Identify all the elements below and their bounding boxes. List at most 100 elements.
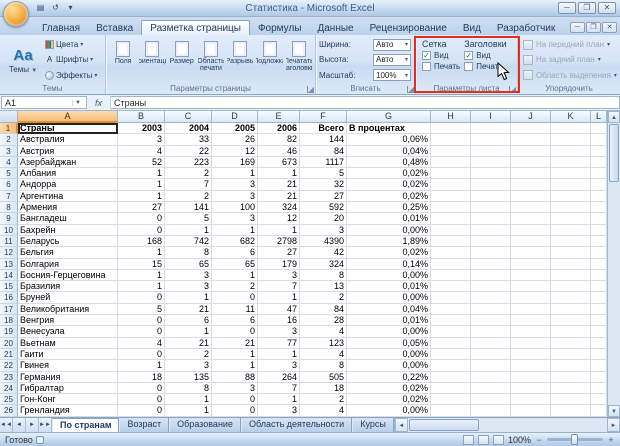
row-header[interactable]: 5 [0,168,18,180]
cell[interactable] [471,168,511,180]
cell[interactable] [551,281,591,293]
cell[interactable]: 12 [212,145,258,157]
cell[interactable]: 0,00% [347,292,431,304]
cell[interactable]: 1 [258,394,300,406]
cell[interactable]: 0,00% [347,269,431,282]
cell[interactable] [431,394,471,406]
cell[interactable]: 8 [300,360,347,372]
cell[interactable] [511,235,551,248]
cell[interactable] [471,190,511,203]
cell[interactable]: 0 [212,326,258,338]
cell[interactable] [471,337,511,349]
sheet-tab[interactable]: По странам [52,418,120,432]
cell[interactable]: Албания [18,168,118,180]
cell[interactable]: 3 [212,190,258,203]
cell[interactable] [511,213,551,225]
cell[interactable] [511,348,551,361]
zoom-slider-thumb[interactable] [571,434,578,445]
cell[interactable]: 0,00% [347,360,431,372]
cell[interactable]: 1 [118,168,165,180]
cell[interactable]: 3 [258,269,300,282]
cell[interactable]: 742 [165,235,212,248]
cell[interactable] [431,405,471,417]
cell[interactable] [591,405,607,417]
macro-record-icon[interactable] [35,435,44,444]
cell[interactable] [511,382,551,395]
cell[interactable] [591,382,607,395]
cell[interactable] [431,156,471,169]
cell[interactable]: 1 [258,348,300,361]
cell[interactable]: Аргентина [18,190,118,203]
cell[interactable]: 1 [212,224,258,236]
column-header[interactable]: L [591,111,607,123]
cell[interactable] [551,179,591,191]
cell[interactable]: 2003 [118,123,165,135]
cell[interactable]: 1 [118,179,165,191]
cell[interactable]: 22 [165,145,212,157]
column-header[interactable]: C [165,111,212,123]
cell[interactable] [471,202,511,214]
cell[interactable] [551,348,591,361]
cell[interactable] [591,303,607,316]
cell[interactable] [511,156,551,169]
cell[interactable] [471,371,511,383]
cell[interactable] [591,224,607,236]
cell[interactable]: 1 [212,168,258,180]
themes-sub-button[interactable]: Цвета ▾ [45,40,103,50]
cell[interactable]: 3 [258,360,300,372]
cell[interactable]: 7 [165,179,212,191]
cell[interactable] [511,292,551,304]
cell[interactable]: 4 [118,337,165,349]
cell[interactable] [511,315,551,327]
cell[interactable]: 1 [165,326,212,338]
cell[interactable]: Венесуэла [18,326,118,338]
cell[interactable]: 21 [258,190,300,203]
cell[interactable]: 0,02% [347,190,431,203]
cell[interactable]: 3 [258,326,300,338]
cell[interactable] [511,405,551,417]
cell[interactable]: 0 [118,292,165,304]
dialog-launcher-icon[interactable] [407,86,414,93]
cell[interactable]: 0,04% [347,303,431,316]
cell[interactable] [431,292,471,304]
cell[interactable] [591,134,607,146]
themes-sub-button[interactable]: A Шрифты ▾ [45,55,103,64]
cell[interactable]: Армения [18,202,118,214]
cell[interactable]: 1 [118,360,165,372]
page-break-view-icon[interactable] [492,434,504,445]
cell[interactable] [591,202,607,214]
arrange-item[interactable]: На передний план ▾ [523,39,618,50]
cell[interactable] [471,247,511,259]
cell[interactable] [511,394,551,406]
cell[interactable]: 1 [212,348,258,361]
cell[interactable] [431,179,471,191]
cell[interactable] [551,258,591,270]
row-header[interactable]: 16 [0,292,18,304]
sheet-tab[interactable]: Образование [169,418,241,432]
column-header[interactable]: G [347,111,431,123]
row-header[interactable]: 4 [0,156,18,169]
cell[interactable]: Вьетнам [18,337,118,349]
cell[interactable]: Гвинея [18,360,118,372]
ribbon-tab[interactable]: Разработчик [489,21,563,35]
cell[interactable]: 264 [258,371,300,383]
normal-view-icon[interactable] [462,434,474,445]
cell[interactable]: 18 [118,371,165,383]
cell[interactable]: 144 [300,134,347,146]
cell[interactable] [511,134,551,146]
cell[interactable]: 3 [118,134,165,146]
cell[interactable]: 0,48% [347,156,431,169]
cell[interactable] [511,258,551,270]
ribbon-tab[interactable]: Данные [309,21,361,35]
cell[interactable] [551,123,591,135]
row-header[interactable]: 1 [0,123,18,135]
cell[interactable] [511,202,551,214]
cell[interactable] [471,382,511,395]
cell[interactable]: Бахрейн [18,224,118,236]
column-header[interactable]: I [471,111,511,123]
cell[interactable]: 27 [300,190,347,203]
cell[interactable]: 42 [300,247,347,259]
cell[interactable]: 1 [118,190,165,203]
cell[interactable] [431,123,471,135]
row-header[interactable]: 23 [0,371,18,383]
